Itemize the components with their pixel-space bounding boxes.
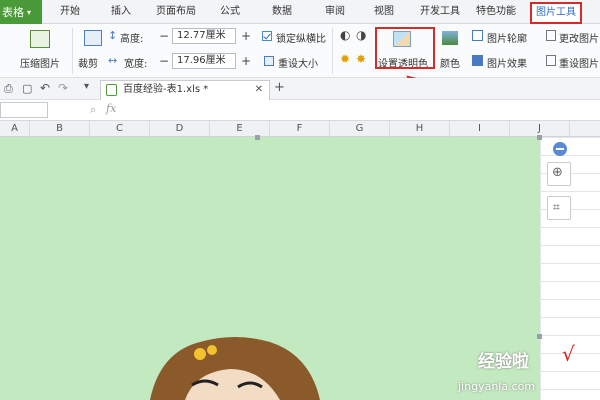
crop-tool-button[interactable]: ⌗ [547, 196, 571, 220]
contrast-less-icon[interactable]: ◑ [356, 28, 366, 42]
ribbon-separator [72, 28, 73, 74]
watermark-brand: 经验啦 [478, 352, 529, 372]
menu-data[interactable]: 数据 [272, 0, 292, 24]
undo-icon[interactable]: ↶ [40, 81, 50, 95]
column-header[interactable]: G [330, 121, 390, 137]
app-menu-label: 表格 [2, 6, 24, 19]
column-header[interactable]: B [30, 121, 90, 137]
width-decrease-button[interactable]: − [158, 53, 170, 69]
lock-ratio-checkbox[interactable] [262, 31, 272, 41]
menu-special[interactable]: 特色功能 [476, 0, 516, 24]
lock-ratio-label: 锁定纵横比 [276, 34, 326, 45]
menu-review[interactable]: 审阅 [325, 0, 345, 24]
cartoon-girl-illustration [150, 337, 320, 400]
height-icon: ↕ [108, 29, 118, 42]
menu-formulas[interactable]: 公式 [220, 0, 240, 24]
crop-button[interactable]: 裁剪 [78, 55, 98, 70]
dropdown-icon: ▾ [27, 7, 32, 17]
crop-tool-icon: ⌗ [553, 200, 560, 214]
highlight-box [375, 27, 435, 69]
reset-size-button[interactable]: 重设大小 [278, 55, 318, 70]
column-header[interactable]: H [390, 121, 450, 137]
name-box[interactable] [0, 102, 48, 118]
column-header[interactable]: I [450, 121, 510, 137]
zoom-formula-icon[interactable]: ⌕ [90, 103, 96, 117]
zoom-in-icon: ⊕ [552, 165, 563, 180]
compress-picture-button[interactable]: 压缩图片 [20, 55, 60, 70]
menu-bar: 表格 ▾ 开始 插入 页面布局 公式 数据 审阅 视图 开发工具 特色功能 图片… [0, 0, 600, 24]
zoom-in-button[interactable]: ⊕ [547, 162, 571, 186]
picture-effects-button[interactable]: 图片效果 [487, 55, 527, 70]
menu-developer[interactable]: 开发工具 [420, 0, 460, 24]
close-tab-icon[interactable]: ✕ [255, 81, 263, 99]
ribbon: 压缩图片 裁剪 ↕ 高度: − 12.77厘米 + ↔ 宽度: − 17.96厘… [0, 24, 600, 78]
width-increase-button[interactable]: + [240, 53, 252, 69]
resize-handle-top[interactable] [255, 135, 260, 140]
menu-insert[interactable]: 插入 [111, 0, 131, 24]
selected-picture[interactable] [0, 137, 540, 400]
brightness-down-icon[interactable]: ✸ [356, 52, 366, 66]
fx-button[interactable]: fx [106, 102, 116, 115]
reset-picture-icon [546, 55, 556, 66]
print-icon[interactable]: ⎙ [4, 82, 13, 96]
effects-icon [472, 55, 483, 66]
document-tab[interactable]: 百度经验-表1.xls * ✕ [100, 80, 270, 100]
color-button[interactable]: 颜色 [440, 55, 460, 70]
reset-size-icon [264, 56, 274, 66]
height-input[interactable]: 12.77厘米 [172, 28, 236, 44]
app-menu-button[interactable]: 表格 ▾ [0, 0, 42, 24]
redo-icon[interactable]: ↷ [58, 81, 68, 95]
contrast-icon[interactable]: ◐ [340, 28, 350, 42]
change-picture-button[interactable]: 更改图片 [559, 30, 599, 45]
column-header[interactable]: D [150, 121, 210, 137]
width-icon: ↔ [108, 54, 118, 67]
width-input[interactable]: 17.96厘米 [172, 53, 236, 69]
menu-start[interactable]: 开始 [60, 0, 80, 24]
menu-view[interactable]: 视图 [374, 0, 394, 24]
width-label: 宽度: [124, 59, 148, 70]
document-title: 百度经验-表1.xls * [123, 84, 209, 95]
height-decrease-button[interactable]: − [158, 28, 170, 44]
column-header[interactable]: E [210, 121, 270, 137]
sheet-file-icon [106, 84, 117, 96]
ribbon-separator [332, 28, 333, 74]
crop-icon [84, 30, 102, 46]
watermark-check: √ [562, 342, 575, 366]
quick-access-bar: ⎙ ▢ ↶ ↷ ▾ [0, 78, 600, 100]
menu-page-layout[interactable]: 页面布局 [156, 0, 196, 24]
print-preview-icon[interactable]: ▢ [22, 82, 32, 95]
outline-icon [472, 30, 483, 41]
height-label: 高度: [120, 34, 144, 45]
reset-picture-button[interactable]: 重设图片 [559, 55, 599, 70]
menu-picture-tools[interactable]: 图片工具 [530, 2, 582, 24]
color-icon [442, 31, 458, 45]
new-tab-button[interactable]: + [274, 80, 285, 95]
column-header[interactable]: F [270, 121, 330, 137]
watermark-url: jingyanla.com [458, 380, 536, 393]
resize-handle-top-right[interactable] [537, 135, 542, 140]
picture-outline-button[interactable]: 图片轮廓 [487, 30, 527, 45]
compress-picture-icon [30, 30, 50, 48]
column-header[interactable]: C [90, 121, 150, 137]
height-increase-button[interactable]: + [240, 28, 252, 44]
resize-handle-right[interactable] [537, 334, 542, 339]
brightness-up-icon[interactable]: ✹ [340, 52, 350, 66]
column-header[interactable]: A [0, 121, 30, 137]
change-picture-icon [546, 30, 556, 41]
quick-access-dropdown-icon[interactable]: ▾ [84, 81, 89, 92]
collapse-icon[interactable] [553, 142, 567, 156]
